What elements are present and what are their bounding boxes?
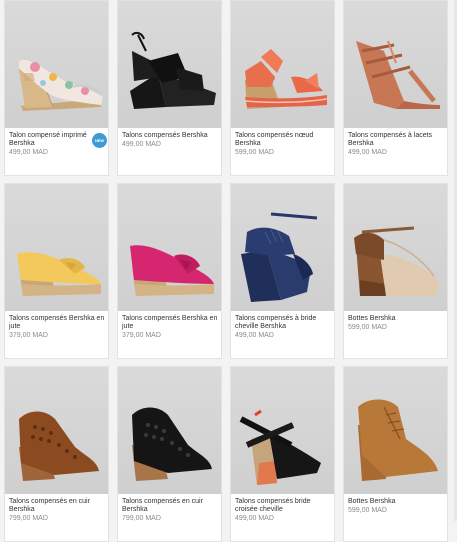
- product-card[interactable]: Bottes Bershka 599,00 MAD: [343, 366, 448, 542]
- product-price: 499,00 MAD: [348, 149, 387, 156]
- yellow-jute-wedge-icon[interactable]: [5, 184, 108, 311]
- product-price: 799,00 MAD: [122, 515, 161, 522]
- product-info: Talons compensés Bershka en jute 379,00 …: [122, 315, 218, 340]
- product-name[interactable]: Talons compensés nœud Bershka: [235, 132, 331, 148]
- product-price: 499,00 MAD: [122, 141, 161, 148]
- black-cross-strap-wedge-icon[interactable]: [231, 367, 334, 494]
- product-price: 499,00 MAD: [235, 515, 274, 522]
- navy-ankle-strap-wedge-icon[interactable]: [231, 184, 334, 311]
- product-card[interactable]: Talons compensés nœud Bershka 599,00 MAD: [230, 0, 335, 176]
- product-card[interactable]: Talon compensé imprimé Bershka 499,00 MA…: [4, 0, 109, 176]
- product-name[interactable]: Talons compensés en cuir Bershka: [9, 498, 105, 514]
- product-card[interactable]: Talons compensés Bershka en jute 379,00 …: [4, 183, 109, 359]
- beige-wedge-bootie-icon[interactable]: [344, 184, 447, 311]
- product-name[interactable]: Bottes Bershka: [348, 315, 444, 323]
- product-price: 379,00 MAD: [9, 332, 48, 339]
- product-price: 799,00 MAD: [9, 515, 48, 522]
- product-card[interactable]: Talons compensés à bride cheville Bershk…: [230, 183, 335, 359]
- product-card[interactable]: Talons compensés Bershka 499,00 MAD: [117, 0, 222, 176]
- product-price: 499,00 MAD: [235, 332, 274, 339]
- product-card[interactable]: Talons compensés à lacets Bershka 499,00…: [343, 0, 448, 176]
- product-info: Talons compensés en cuir Bershka 799,00 …: [9, 498, 105, 523]
- product-price: 599,00 MAD: [235, 149, 274, 156]
- brown-cutout-bootie-icon[interactable]: [5, 367, 108, 494]
- product-name[interactable]: Bottes Bershka: [348, 498, 444, 506]
- camel-wedge-bootie-icon[interactable]: [344, 367, 447, 494]
- product-name[interactable]: Talon compensé imprimé Bershka: [9, 132, 105, 148]
- product-info: Talons compensés Bershka en jute 379,00 …: [9, 315, 105, 340]
- product-info: Bottes Bershka 599,00 MAD: [348, 498, 444, 515]
- product-price: 599,00 MAD: [348, 324, 387, 331]
- product-name[interactable]: Talons compensés Bershka en jute: [9, 315, 105, 331]
- product-card[interactable]: Talons compensés en cuir Bershka 799,00 …: [4, 366, 109, 542]
- product-card[interactable]: Talons compensés Bershka en jute 379,00 …: [117, 183, 222, 359]
- product-card[interactable]: Talons compensés en cuir Bershka 799,00 …: [117, 366, 222, 542]
- product-info: Talons compensés à lacets Bershka 499,00…: [348, 132, 444, 157]
- product-name[interactable]: Talons compensés Bershka en jute: [122, 315, 218, 331]
- product-name[interactable]: Talons compensés Bershka: [122, 132, 218, 140]
- floral-espadrille-wedge-icon[interactable]: [5, 1, 108, 128]
- product-name[interactable]: Talons compensés bride croisée cheville: [235, 498, 331, 514]
- product-price: 599,00 MAD: [348, 507, 387, 514]
- product-info: Talons compensés bride croisée cheville …: [235, 498, 331, 523]
- new-badge: NEW: [92, 133, 107, 148]
- product-info: Talons compensés à bride cheville Bershk…: [235, 315, 331, 340]
- product-info: Bottes Bershka 599,00 MAD: [348, 315, 444, 332]
- coral-bow-wedge-icon[interactable]: [231, 1, 334, 128]
- product-grid: Talon compensé imprimé Bershka 499,00 MA…: [4, 0, 448, 542]
- black-strappy-wedge-icon[interactable]: [118, 1, 221, 128]
- pink-jute-wedge-icon[interactable]: [118, 184, 221, 311]
- tan-lace-up-wedge-icon[interactable]: [344, 1, 447, 128]
- black-cutout-bootie-icon[interactable]: [118, 367, 221, 494]
- product-info: Talons compensés en cuir Bershka 799,00 …: [122, 498, 218, 523]
- product-name[interactable]: Talons compensés à lacets Bershka: [348, 132, 444, 148]
- product-price: 499,00 MAD: [9, 149, 48, 156]
- product-price: 379,00 MAD: [122, 332, 161, 339]
- product-info: Talon compensé imprimé Bershka 499,00 MA…: [9, 132, 105, 157]
- product-card[interactable]: Talons compensés bride croisée cheville …: [230, 366, 335, 542]
- product-info: Talons compensés Bershka 499,00 MAD: [122, 132, 218, 149]
- product-card[interactable]: Bottes Bershka 599,00 MAD: [343, 183, 448, 359]
- product-info: Talons compensés nœud Bershka 599,00 MAD: [235, 132, 331, 157]
- product-name[interactable]: Talons compensés en cuir Bershka: [122, 498, 218, 514]
- product-name[interactable]: Talons compensés à bride cheville Bershk…: [235, 315, 331, 331]
